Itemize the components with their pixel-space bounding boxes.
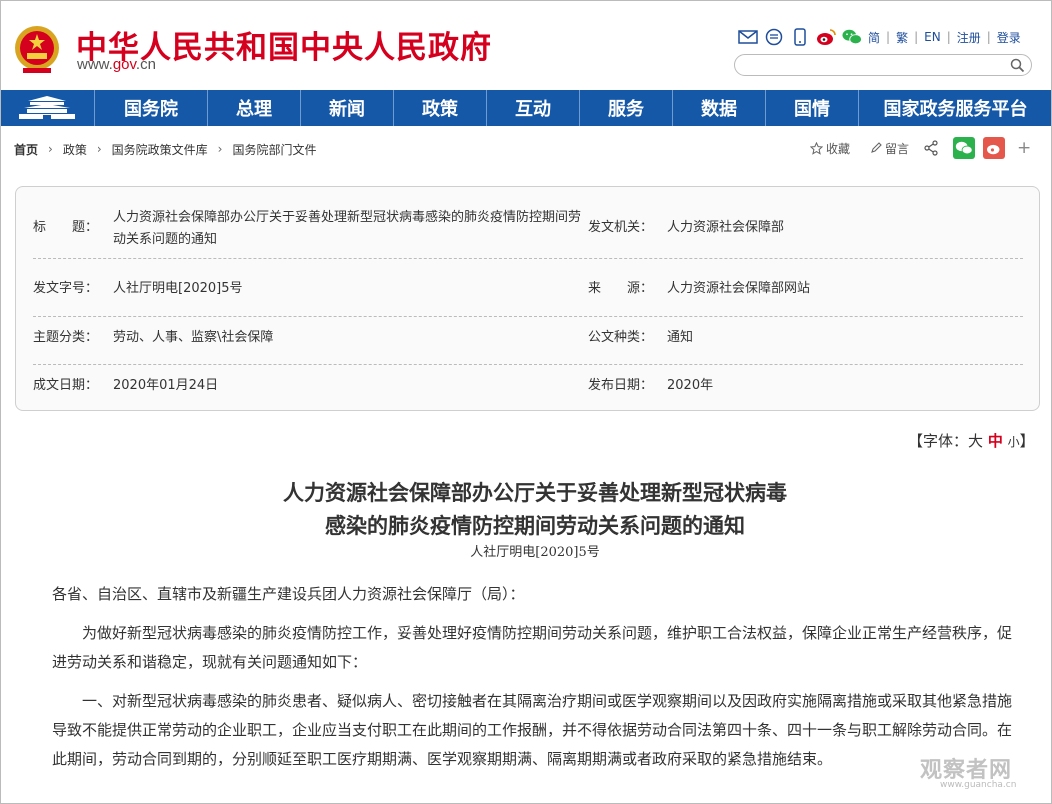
nav-item-state-council[interactable]: 国务院 [95, 90, 208, 126]
search-icon[interactable] [1010, 58, 1025, 73]
share-icon[interactable] [923, 140, 939, 156]
wechat-icon[interactable] [842, 27, 862, 47]
comment-button[interactable]: 留言 [870, 140, 909, 157]
info-row: 标 题： 人力资源社会保障部办公厅关于妥善处理新型冠状病毒感染的肺炎疫情防控期间… [33, 201, 1023, 259]
document-info-table: 标 题： 人力资源社会保障部办公厅关于妥善处理新型冠状病毒感染的肺炎疫情防控期间… [15, 186, 1040, 411]
favorite-label: 收藏 [826, 141, 851, 156]
info-value: 2020年01月24日 [113, 378, 219, 393]
more-share-icon[interactable]: + [1017, 138, 1031, 158]
font-size-prefix: 【字体： [908, 432, 969, 450]
info-value: 2020年 [667, 378, 714, 393]
info-label: 来 源： [588, 281, 654, 296]
font-size-switcher: 【字体：大 中 小】 [908, 430, 1035, 451]
link-simplified[interactable]: 简 [868, 29, 880, 46]
article-tools: 收藏 留言 + [810, 136, 1031, 160]
mail-icon[interactable] [738, 27, 758, 47]
watermark-url: www.guancha.cn [940, 780, 1017, 790]
nav-item-premier[interactable]: 总理 [208, 90, 301, 126]
breadcrumb-department-docs[interactable]: 国务院部门文件 [232, 141, 316, 158]
breadcrumb-policy[interactable]: 政策 [63, 141, 87, 158]
info-row: 主题分类： 劳动、人事、监察\社会保障 公文种类： 通知 [33, 317, 1023, 365]
nav-item-services[interactable]: 服务 [580, 90, 673, 126]
search-input[interactable] [734, 54, 1032, 76]
weibo-icon[interactable] [816, 27, 836, 47]
mobile-icon[interactable] [790, 27, 810, 47]
breadcrumb-policy-library[interactable]: 国务院政策文件库 [112, 141, 208, 158]
info-row: 发文字号： 人社厅明电[2020]5号 来 源： 人力资源社会保障部网站 [33, 263, 1023, 317]
link-register[interactable]: 注册 [957, 29, 981, 46]
font-size-medium[interactable]: 中 [988, 432, 1003, 450]
link-login[interactable]: 登录 [997, 29, 1021, 46]
chevron-right-icon: › [48, 142, 53, 156]
article-title-line: 人力资源社会保障部办公厅关于妥善处理新型冠状病毒 [283, 480, 787, 505]
tiananmen-icon [19, 96, 75, 119]
nav-item-interaction[interactable]: 互动 [487, 90, 580, 126]
national-emblem-icon[interactable] [14, 24, 60, 74]
top-links: 简 | 繁 | EN | 注册 | 登录 [738, 26, 1021, 48]
info-value: 人力资源社会保障部网站 [667, 281, 811, 296]
info-label: 公文种类： [588, 330, 654, 345]
document-number: 人社厅明电[2020]5号 [470, 545, 600, 560]
nav-item-data[interactable]: 数据 [673, 90, 766, 126]
separator: | [914, 30, 919, 44]
article-paragraph: 各省、自治区、直辖市及新疆生产建设兵团人力资源社会保障厅（局）： [52, 585, 525, 603]
nav-item-national-conditions[interactable]: 国情 [766, 90, 859, 126]
link-traditional[interactable]: 繁 [896, 29, 908, 46]
main-nav: 国务院 总理 新闻 政策 互动 服务 数据 国情 国家政务服务平台 [0, 90, 1052, 126]
info-row: 成文日期： 2020年01月24日 发布日期： 2020年 [33, 365, 1023, 409]
font-size-suffix: 】 [1019, 432, 1035, 450]
article-body: 各省、自治区、直辖市及新疆生产建设兵团人力资源社会保障厅（局）： 为做好新型冠状… [52, 580, 1020, 784]
info-label: 发文机关： [588, 220, 654, 235]
article-paragraph: 为做好新型冠状病毒感染的肺炎疫情防控工作，妥善处理好疫情防控期间劳动关系问题，维… [52, 624, 1013, 671]
info-label: 标 题： [33, 220, 99, 235]
info-value: 劳动、人事、监察\社会保障 [113, 330, 274, 345]
info-value: 人社厅明电[2020]5号 [113, 281, 243, 296]
breadcrumb-home[interactable]: 首页 [14, 141, 38, 158]
site-header: 中华人民共和国中央人民政府 www.gov.cn 简 | 繁 | EN | 注册… [0, 0, 1052, 90]
link-english[interactable]: EN [924, 30, 941, 44]
nav-item-gov-service-platform[interactable]: 国家政务服务平台 [859, 90, 1052, 126]
weibo-share-icon[interactable] [983, 137, 1006, 159]
info-label: 发布日期： [588, 378, 654, 393]
star-icon [810, 141, 823, 155]
breadcrumb: 首页 › 政策 › 国务院政策文件库 › 国务院部门文件 [14, 140, 317, 158]
info-label: 发文字号： [33, 281, 99, 296]
nav-item-news[interactable]: 新闻 [301, 90, 394, 126]
article-paragraph: 一、对新型冠状病毒感染的肺炎患者、疑似病人、密切接触者在其隔离治疗期间或医学观察… [52, 692, 1013, 768]
domain-suffix: .cn [135, 56, 156, 73]
nav-item-policy[interactable]: 政策 [394, 90, 487, 126]
site-domain: www.gov.cn [77, 56, 156, 73]
separator: | [886, 30, 891, 44]
nav-home[interactable] [0, 90, 95, 126]
chat-icon[interactable] [764, 27, 784, 47]
comment-label: 留言 [885, 141, 910, 156]
article-title: 人力资源社会保障部办公厅关于妥善处理新型冠状病毒 感染的肺炎疫情防控期间劳动关系… [0, 476, 1052, 542]
info-label: 主题分类： [33, 330, 99, 345]
info-value: 人力资源社会保障部办公厅关于妥善处理新型冠状病毒感染的肺炎疫情防控期间劳动关系问… [113, 210, 582, 247]
font-size-small[interactable]: 小 [1008, 435, 1020, 449]
domain-gov: gov [112, 56, 136, 73]
favorite-button[interactable]: 收藏 [810, 140, 850, 157]
article-title-line: 感染的肺炎疫情防控期间劳动关系问题的通知 [325, 513, 745, 538]
wechat-share-icon[interactable] [953, 137, 976, 159]
chevron-right-icon: › [217, 142, 223, 156]
chevron-right-icon: › [96, 142, 102, 156]
domain-prefix: www. [77, 56, 113, 73]
separator: | [986, 30, 991, 44]
pencil-icon [871, 142, 882, 153]
separator: | [946, 30, 951, 44]
info-label: 成文日期： [33, 378, 99, 393]
font-size-large[interactable]: 大 [968, 432, 983, 450]
info-value: 人力资源社会保障部 [667, 220, 785, 235]
info-value: 通知 [667, 330, 694, 345]
